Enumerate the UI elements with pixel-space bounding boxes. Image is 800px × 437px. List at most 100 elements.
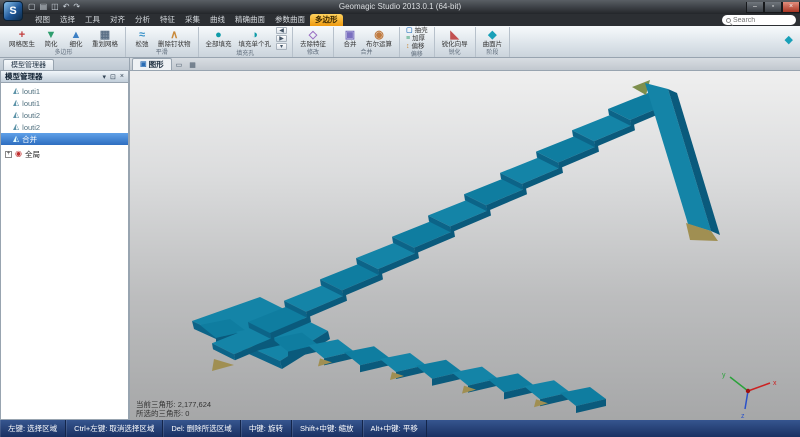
ribbon-group-label: 合并	[338, 49, 395, 57]
boolean-label: 布尔运算	[366, 41, 392, 48]
tree-item-label: louti1	[22, 87, 40, 96]
surface-phase-button[interactable]: ◆ 曲面片	[480, 27, 506, 49]
ribbon-group-phase: ◆ 曲面片 阶段	[476, 27, 511, 57]
merge-button[interactable]: ▣ 合并	[338, 27, 362, 49]
sharpen-wizard-label: 锐化向导	[442, 41, 468, 48]
panel-tab-row: 模型管理器	[0, 58, 129, 70]
shell-button[interactable]: ▢ 抽壳	[404, 27, 430, 35]
tree-item-louti2[interactable]: ◭ louti2	[1, 109, 128, 121]
tab-parametric-surfaces[interactable]: 参数曲面	[270, 14, 310, 26]
tab-curves[interactable]: 曲线	[205, 14, 230, 26]
sharpen-wizard-button[interactable]: ◣ 锐化向导	[439, 27, 471, 49]
hole-mode-dropdown[interactable]: ▾	[276, 43, 287, 50]
decimate-button[interactable]: ▼ 简化	[39, 27, 63, 49]
merge-icon: ▣	[345, 29, 355, 41]
offset-button[interactable]: ↕ 偏移	[404, 43, 430, 51]
tree-item-label: 全局	[25, 149, 40, 160]
ribbon: + 网格医生 ▼ 简化 ▲ 细化 ▦ 重划网格 多边形	[0, 26, 800, 58]
tab-align[interactable]: 对齐	[105, 14, 130, 26]
refine-button[interactable]: ▲ 细化	[64, 27, 88, 49]
fill-single-icon: ◑	[251, 29, 258, 41]
tree-item-louti2-b[interactable]: ◭ louti2	[1, 121, 128, 133]
offset-label: 偏移	[412, 43, 425, 51]
panel-close-icon[interactable]: ×	[120, 73, 124, 81]
ribbon-group-fill-holes: ● 全部填充 ◑ 填充单个孔 ◀ ▶ ▾ 填充孔	[199, 27, 294, 57]
tab-tools[interactable]: 工具	[80, 14, 105, 26]
minimize-button[interactable]: –	[746, 2, 764, 13]
quick-access-toolbar: ▢ ▤ ◫ ↶ ↷	[28, 1, 80, 13]
refine-label: 细化	[70, 41, 83, 48]
tree-item-label: louti2	[22, 123, 40, 132]
layout-quad-icon[interactable]: ▦	[186, 60, 199, 70]
svg-text:x: x	[773, 380, 777, 387]
app-logo-button[interactable]: S	[3, 1, 23, 21]
maximize-button[interactable]: ▫	[764, 2, 782, 13]
model-tree: ◭ louti1 ◭ louti1 ◭ louti2 ◭ louti2 ◭	[0, 83, 129, 420]
tree-item-louti1[interactable]: ◭ louti1	[1, 85, 128, 97]
tab-analysis[interactable]: 分析	[130, 14, 155, 26]
open-icon[interactable]: ▤	[40, 1, 48, 13]
relax-button[interactable]: ≈ 松弛	[130, 27, 154, 49]
viewport-canvas[interactable]: xyz 当前三角形: 2,177,624 所选的三角形: 0	[130, 71, 800, 420]
remove-spikes-icon: ∧	[170, 29, 178, 41]
boolean-button[interactable]: ◉ 布尔运算	[363, 27, 395, 49]
shell-icon: ▢	[406, 27, 413, 35]
remove-spikes-button[interactable]: ∧ 删除钉状物	[155, 27, 194, 49]
ribbon-group-offset: ▢ 抽壳 ≡ 加厚 ↕ 偏移 偏移	[400, 27, 435, 57]
tab-features[interactable]: 特征	[155, 14, 180, 26]
tab-capture[interactable]: 采集	[180, 14, 205, 26]
current-triangles-label: 当前三角形:	[136, 400, 176, 409]
tree-item-label: 合并	[22, 134, 37, 145]
globe-icon: ◉	[15, 149, 22, 159]
layout-single-icon[interactable]: ▭	[173, 60, 186, 70]
panel-menu-icon[interactable]: ▾	[103, 73, 107, 81]
tree-item-label: louti1	[22, 99, 40, 108]
tree-item-louti1-b[interactable]: ◭ louti1	[1, 97, 128, 109]
graphics-tab-icon: ▣	[140, 60, 147, 69]
ribbon-group-label: 锐化	[439, 49, 471, 57]
redo-icon[interactable]: ↷	[73, 1, 80, 13]
mesh-doctor-button[interactable]: + 网格医生	[6, 27, 38, 49]
search-icon	[726, 18, 731, 23]
tree-item-merged-selected[interactable]: ◭ 合并	[1, 133, 128, 145]
expand-icon[interactable]: +	[5, 151, 12, 158]
panel-tab-model-manager[interactable]: 模型管理器	[3, 59, 54, 70]
tree-item-global[interactable]: + ◉ 全局	[1, 148, 128, 160]
model-3d-scene: xyz	[130, 71, 800, 420]
hint-ctrl-left-click: Ctrl+左键: 取消选择区域	[66, 420, 163, 437]
save-icon[interactable]: ◫	[51, 1, 59, 13]
relax-label: 松弛	[136, 41, 149, 48]
previous-hole-button[interactable]: ◀	[276, 27, 287, 34]
fill-single-button[interactable]: ◑ 填充单个孔	[236, 27, 275, 50]
viewport: ▣ 图形 ▭ ▦ xyz 当前三角形: 2,177,624 所选的三角形: 0	[130, 58, 800, 420]
decimate-label: 简化	[45, 41, 58, 48]
mesh-doctor-label: 网格医生	[9, 41, 35, 48]
tab-exact-surfaces[interactable]: 精确曲面	[230, 14, 270, 26]
ribbon-group-sharpen: ◣ 锐化向导 锐化	[435, 27, 476, 57]
current-triangles-value: 2,177,624	[178, 400, 211, 409]
thicken-button[interactable]: ≡ 加厚	[404, 35, 430, 43]
next-hole-button[interactable]: ▶	[276, 35, 287, 42]
tab-polygons[interactable]: 多边形	[310, 14, 343, 26]
hint-shift-middle: Shift+中键: 缩放	[292, 420, 363, 437]
tab-select[interactable]: 选择	[55, 14, 80, 26]
search-box	[722, 15, 796, 25]
new-icon[interactable]: ▢	[28, 1, 36, 13]
viewport-tab-graphics[interactable]: ▣ 图形	[132, 58, 172, 70]
relax-icon: ≈	[139, 29, 145, 41]
undo-icon[interactable]: ↶	[63, 1, 70, 13]
fill-all-button[interactable]: ● 全部填充	[203, 27, 235, 50]
pin-icon[interactable]: ⊡	[110, 73, 116, 81]
remesh-button[interactable]: ▦ 重划网格	[89, 27, 121, 49]
defeature-button[interactable]: ◇ 去除特征	[297, 27, 329, 49]
panel-title: 模型管理器	[5, 71, 43, 82]
hint-delete: Del: 删除所选区域	[163, 420, 240, 437]
hint-middle-click: 中键: 旋转	[241, 420, 292, 437]
tab-view[interactable]: 视图	[30, 14, 55, 26]
close-button[interactable]: ×	[782, 2, 800, 13]
mesh-doctor-icon: +	[19, 29, 25, 41]
svg-text:y: y	[722, 372, 726, 379]
viewport-tab-strip: ▣ 图形 ▭ ▦	[130, 58, 800, 71]
ribbon-tab-row: 视图 选择 工具 对齐 分析 特征 采集 曲线 精确曲面 参数曲面 多边形	[0, 14, 800, 26]
search-input[interactable]	[733, 17, 792, 24]
